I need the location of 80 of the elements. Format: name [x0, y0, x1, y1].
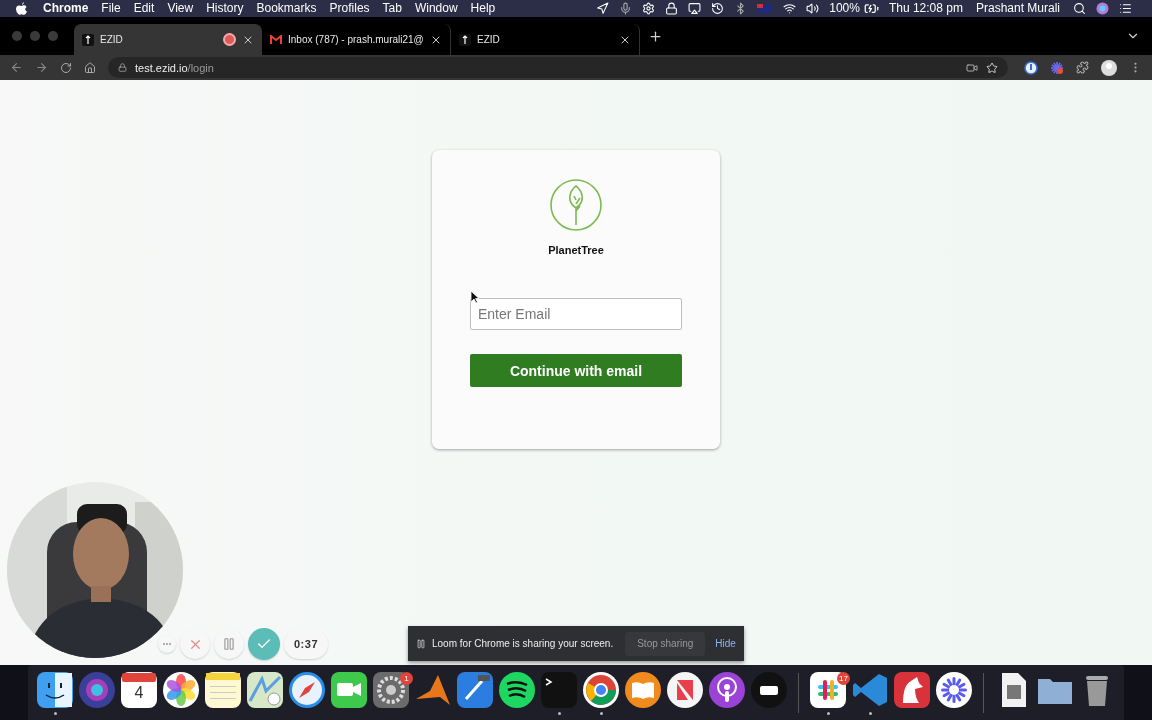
search-icon[interactable] [1073, 2, 1086, 15]
volume-icon[interactable] [806, 2, 820, 15]
menu-item[interactable]: Edit [133, 0, 155, 17]
compass-icon[interactable] [288, 670, 326, 709]
browser-app-icon[interactable] [582, 670, 620, 709]
flag-icon[interactable] [757, 4, 772, 13]
arrow-favicon-icon [82, 33, 94, 46]
lock-icon [118, 63, 127, 72]
animal-app-icon[interactable] [893, 670, 931, 709]
menu-item[interactable]: Bookmarks [256, 0, 317, 17]
back-icon[interactable] [10, 61, 23, 74]
continue-button[interactable]: Continue with email [470, 354, 682, 387]
notification-badge: 17 [837, 671, 850, 685]
brand-name: PlanetTree [548, 244, 604, 256]
pause-icon [416, 638, 426, 649]
clock[interactable]: Thu 12:08 pm [888, 0, 963, 17]
new-tab-icon[interactable] [648, 28, 663, 44]
sharing-message: Loom for Chrome is sharing your screen. [432, 638, 614, 649]
menu-item[interactable]: Profiles [329, 0, 370, 17]
video-camera-app-icon[interactable] [330, 670, 368, 709]
hash-app-icon[interactable] [809, 670, 847, 709]
calendar-icon[interactable] [120, 670, 158, 709]
open-book-icon[interactable] [624, 670, 662, 709]
star-icon[interactable] [986, 61, 998, 74]
app-menu[interactable]: Chrome [43, 0, 89, 17]
browser-tab[interactable]: EZID [74, 24, 262, 55]
extension-icon[interactable] [1024, 60, 1038, 75]
pause-icon [222, 637, 236, 651]
smiley-app-icon[interactable] [36, 670, 74, 709]
airplay-icon[interactable] [688, 2, 702, 15]
mail-favicon-icon [270, 33, 282, 46]
asterisk-app-icon[interactable] [935, 670, 973, 709]
menu-item[interactable]: Tab [382, 0, 402, 17]
orb-icon[interactable] [1096, 2, 1109, 15]
map-icon[interactable] [246, 670, 284, 709]
microphone-icon[interactable] [619, 2, 633, 15]
email-field[interactable]: Enter Email [470, 298, 682, 330]
calendar-day: 4 [120, 683, 158, 702]
leaf-logo-icon [549, 178, 603, 232]
flower-app-icon[interactable] [162, 670, 200, 709]
notification-badge: 1 [400, 671, 413, 685]
reload-icon[interactable] [60, 61, 72, 74]
video-camera-icon[interactable] [966, 61, 978, 74]
menu-item[interactable]: File [101, 0, 121, 17]
address-bar[interactable]: test.ezid.io/login [108, 57, 1008, 78]
menu-item[interactable]: Help [470, 0, 496, 17]
waves-app-icon[interactable] [498, 670, 536, 709]
menu-item[interactable]: History [206, 0, 244, 17]
lock-icon[interactable] [665, 2, 679, 15]
menu-item[interactable]: View [167, 0, 194, 17]
stop-sharing-button[interactable]: Stop sharing [625, 631, 706, 656]
menu-item[interactable]: Window [414, 0, 458, 17]
home-icon[interactable] [84, 61, 96, 74]
forward-icon[interactable] [35, 61, 48, 74]
notepad-icon[interactable] [204, 670, 242, 709]
gear-icon[interactable] [372, 670, 410, 709]
tab-title: EZID [100, 34, 124, 45]
apple-logo-icon[interactable] [16, 2, 27, 15]
swirl-app-icon[interactable] [78, 670, 116, 709]
battery-percentage: 100% [829, 0, 860, 17]
url-text: test.ezid.io/login [135, 61, 214, 74]
list-icon[interactable] [1119, 2, 1132, 15]
arrow-favicon-icon [459, 33, 471, 46]
recording-timer: 0:37 [284, 629, 329, 659]
avatar-icon[interactable] [1101, 59, 1117, 76]
hide-link[interactable]: Hide [715, 638, 736, 649]
burst-icon[interactable] [1050, 60, 1064, 75]
tab-title: Inbox (787) - prash.murali21@ [288, 34, 424, 45]
podcast-icon[interactable] [708, 670, 746, 709]
tab-title: EZID [477, 34, 501, 45]
gear-icon[interactable] [642, 2, 656, 15]
stripe-app-icon[interactable] [666, 670, 704, 709]
pointer-icon [470, 290, 480, 304]
battery-icon[interactable] [863, 1, 879, 16]
wifi-icon[interactable] [783, 2, 797, 15]
hammer-app-icon[interactable] [456, 670, 494, 709]
puzzle-icon[interactable] [1076, 61, 1089, 74]
user-name[interactable]: Prashant Murali [975, 0, 1060, 17]
clock-icon[interactable] [711, 2, 725, 15]
location-arrow-icon[interactable] [596, 2, 610, 15]
